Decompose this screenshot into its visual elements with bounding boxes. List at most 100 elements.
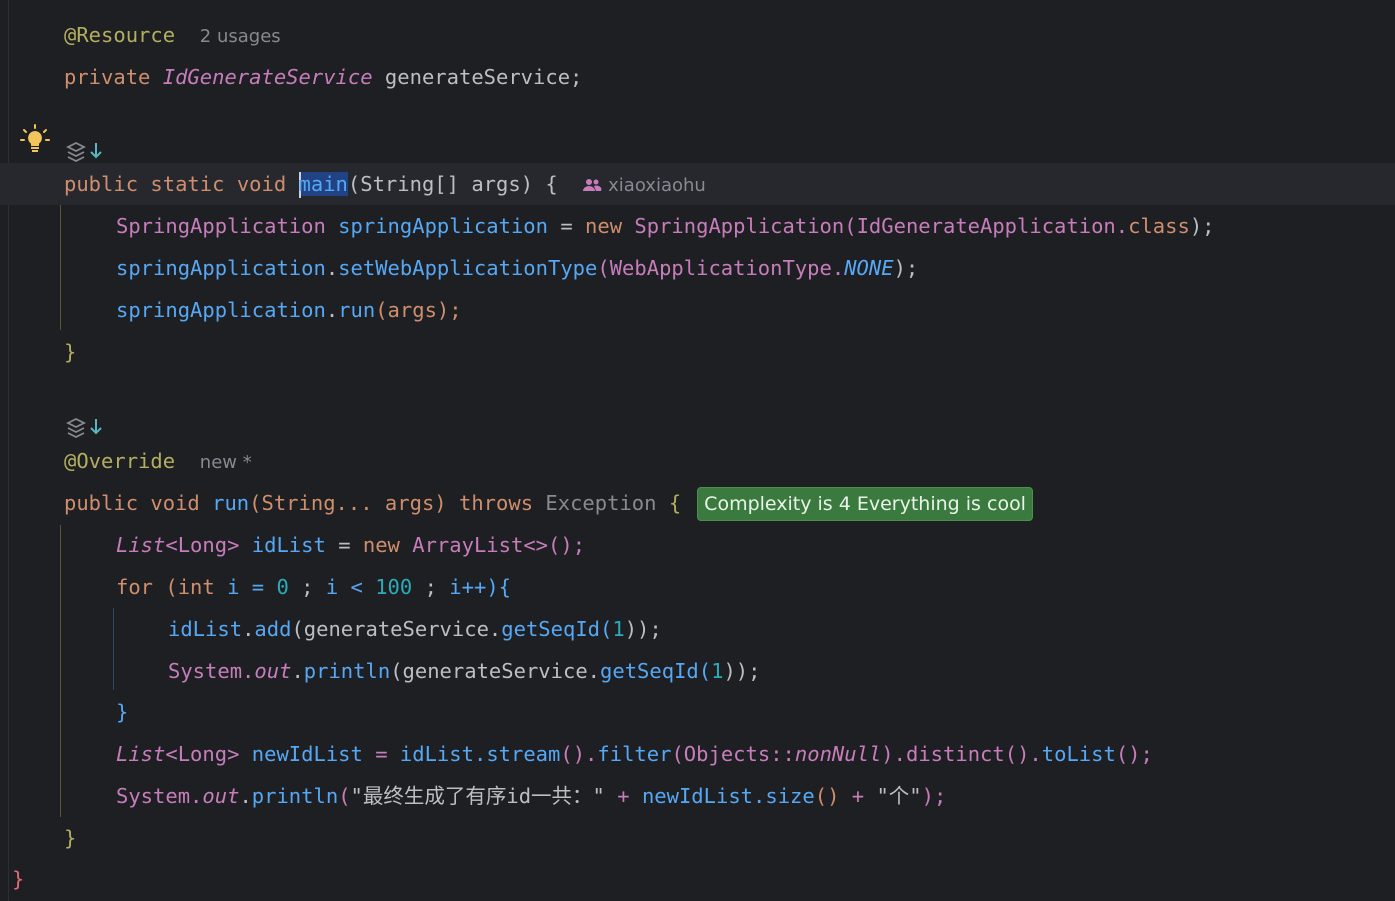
operator-token: =	[338, 533, 351, 557]
method-name-token: main	[298, 172, 348, 196]
type-token: SpringApplication	[116, 214, 326, 238]
code-line[interactable]: public static void main(String[] args) {…	[64, 163, 706, 205]
gutter-divider	[8, 0, 9, 901]
operator-token: =	[560, 214, 573, 238]
closing-brace: }	[64, 340, 77, 364]
method-call-token: println	[251, 784, 339, 808]
variable-token: newIdList	[251, 742, 363, 766]
code-line[interactable]: }	[64, 817, 76, 859]
punctuation-token: ));	[624, 617, 662, 641]
type-token: SpringApplication	[634, 214, 845, 238]
keyword-token: new	[585, 214, 623, 238]
argument-token: (generateService.	[390, 659, 601, 683]
argument-token: (args);	[375, 298, 462, 322]
punctuation-token: ;	[301, 575, 314, 599]
code-line[interactable]: }	[116, 691, 128, 733]
method-call-token: stream	[486, 742, 561, 766]
implements-gutter-icon[interactable]	[64, 415, 112, 441]
code-line[interactable]: @Resource 2 usages	[64, 14, 281, 56]
people-icon	[583, 179, 602, 191]
code-line[interactable]: }	[12, 858, 24, 900]
variable-token: idList.	[399, 742, 487, 766]
operator-token: +	[851, 784, 865, 808]
variable-token: springApplication	[338, 214, 548, 238]
enum-constant-token: NONE	[844, 256, 894, 280]
variable-token: springApplication	[116, 256, 326, 280]
type-token: List	[116, 533, 166, 557]
punctuation-token: ){	[486, 575, 511, 599]
variable-token: springApplication	[116, 298, 326, 322]
code-line[interactable]: springApplication.run(args);	[116, 289, 462, 331]
selected-method-name[interactable]: main	[298, 172, 348, 198]
operator-token: =	[251, 575, 265, 599]
operator-token: =	[375, 742, 388, 766]
author-name: xiaoxiaohu	[608, 175, 706, 196]
code-line[interactable]: System.out.println("最终生成了有序id一共：" + newI…	[116, 775, 946, 817]
variable-token: idList	[168, 617, 243, 641]
punctuation-token: <>();	[523, 533, 586, 557]
complexity-badge[interactable]: Complexity is 4 Everything is cool	[697, 487, 1033, 521]
keyword-token: class	[1128, 214, 1190, 238]
class-token: (Objects::	[671, 742, 795, 766]
punctuation-token: .	[242, 617, 255, 641]
code-line[interactable]: }	[64, 331, 76, 373]
punctuation-token: );	[1189, 214, 1215, 238]
number-token: 0	[276, 575, 289, 599]
author-hint[interactable]: new *	[200, 452, 252, 473]
number-token: 1	[612, 617, 625, 641]
keyword-token: public	[64, 491, 139, 515]
generic-token: <Long>	[165, 533, 240, 557]
code-line[interactable]: for (int i = 0 ; i < 100 ; i++){	[116, 566, 511, 608]
keyword-token: private	[64, 65, 151, 89]
method-call-token: filter	[597, 742, 672, 766]
punctuation-token: .	[291, 659, 304, 683]
operator-token: <	[350, 575, 363, 599]
field-token: out	[202, 784, 240, 808]
implements-gutter-icon[interactable]	[64, 139, 112, 165]
indent-guide	[60, 525, 61, 817]
type-token: ArrayList	[412, 533, 524, 557]
keyword-token: public	[64, 172, 139, 196]
code-line[interactable]: System.out.println(generateService.getSe…	[168, 650, 760, 692]
usages-hint[interactable]: 2 usages	[200, 26, 281, 47]
code-line[interactable]: idList.add(generateService.getSeqId(1));	[168, 608, 662, 650]
code-line[interactable]: @Override new *	[64, 440, 252, 482]
field-token: out	[254, 659, 292, 683]
annotation-token: @Resource	[64, 23, 176, 47]
method-call-token: run	[338, 298, 376, 322]
punctuation-token: );	[893, 256, 919, 280]
type-token: IdGenerateService	[162, 65, 373, 89]
params-token: (String... args)	[249, 491, 447, 515]
number-token: 1	[711, 659, 724, 683]
code-line[interactable]: springApplication.setWebApplicationType(…	[116, 247, 918, 289]
generic-token: <Long>	[165, 742, 240, 766]
argument-token: (WebApplicationType.	[597, 256, 845, 280]
variable-token: i	[227, 575, 240, 599]
code-line[interactable]: SpringApplication springApplication = ne…	[116, 205, 1215, 247]
author-hint[interactable]: xiaoxiaohu	[582, 175, 706, 196]
type-token: List	[116, 742, 166, 766]
variable-token: newIdList.	[641, 784, 766, 808]
code-editor[interactable]: @Resource 2 usages private IdGenerateSer…	[0, 0, 1395, 901]
method-call-token: getSeqId	[501, 617, 601, 641]
method-call-token: size	[765, 784, 815, 808]
type-token: Exception	[545, 491, 657, 515]
punctuation-token: .	[325, 256, 339, 280]
variable-token: idList	[251, 533, 326, 557]
lightbulb-icon[interactable]	[20, 124, 50, 154]
code-line[interactable]: public void run(String... args) throws E…	[64, 482, 1033, 524]
indent-guide	[113, 608, 114, 690]
annotation-token: @Override	[64, 449, 176, 473]
keyword-token: void	[150, 491, 200, 515]
code-line[interactable]: private IdGenerateService generateServic…	[64, 56, 582, 98]
class-token: System.	[168, 659, 255, 683]
string-token: "最终生成了有序id一共："	[350, 784, 605, 808]
method-call-token: toList	[1041, 742, 1116, 766]
method-call-token: distinct	[905, 742, 1005, 766]
method-call-token: add	[254, 617, 292, 641]
code-line[interactable]: List<Long> newIdList = idList.stream().f…	[116, 733, 1153, 775]
code-line[interactable]: List<Long> idList = new ArrayList<>();	[116, 524, 585, 566]
method-ref-token: nonNull	[794, 742, 882, 766]
method-call-token: getSeqId	[600, 659, 699, 683]
variable-token: i	[325, 575, 339, 599]
